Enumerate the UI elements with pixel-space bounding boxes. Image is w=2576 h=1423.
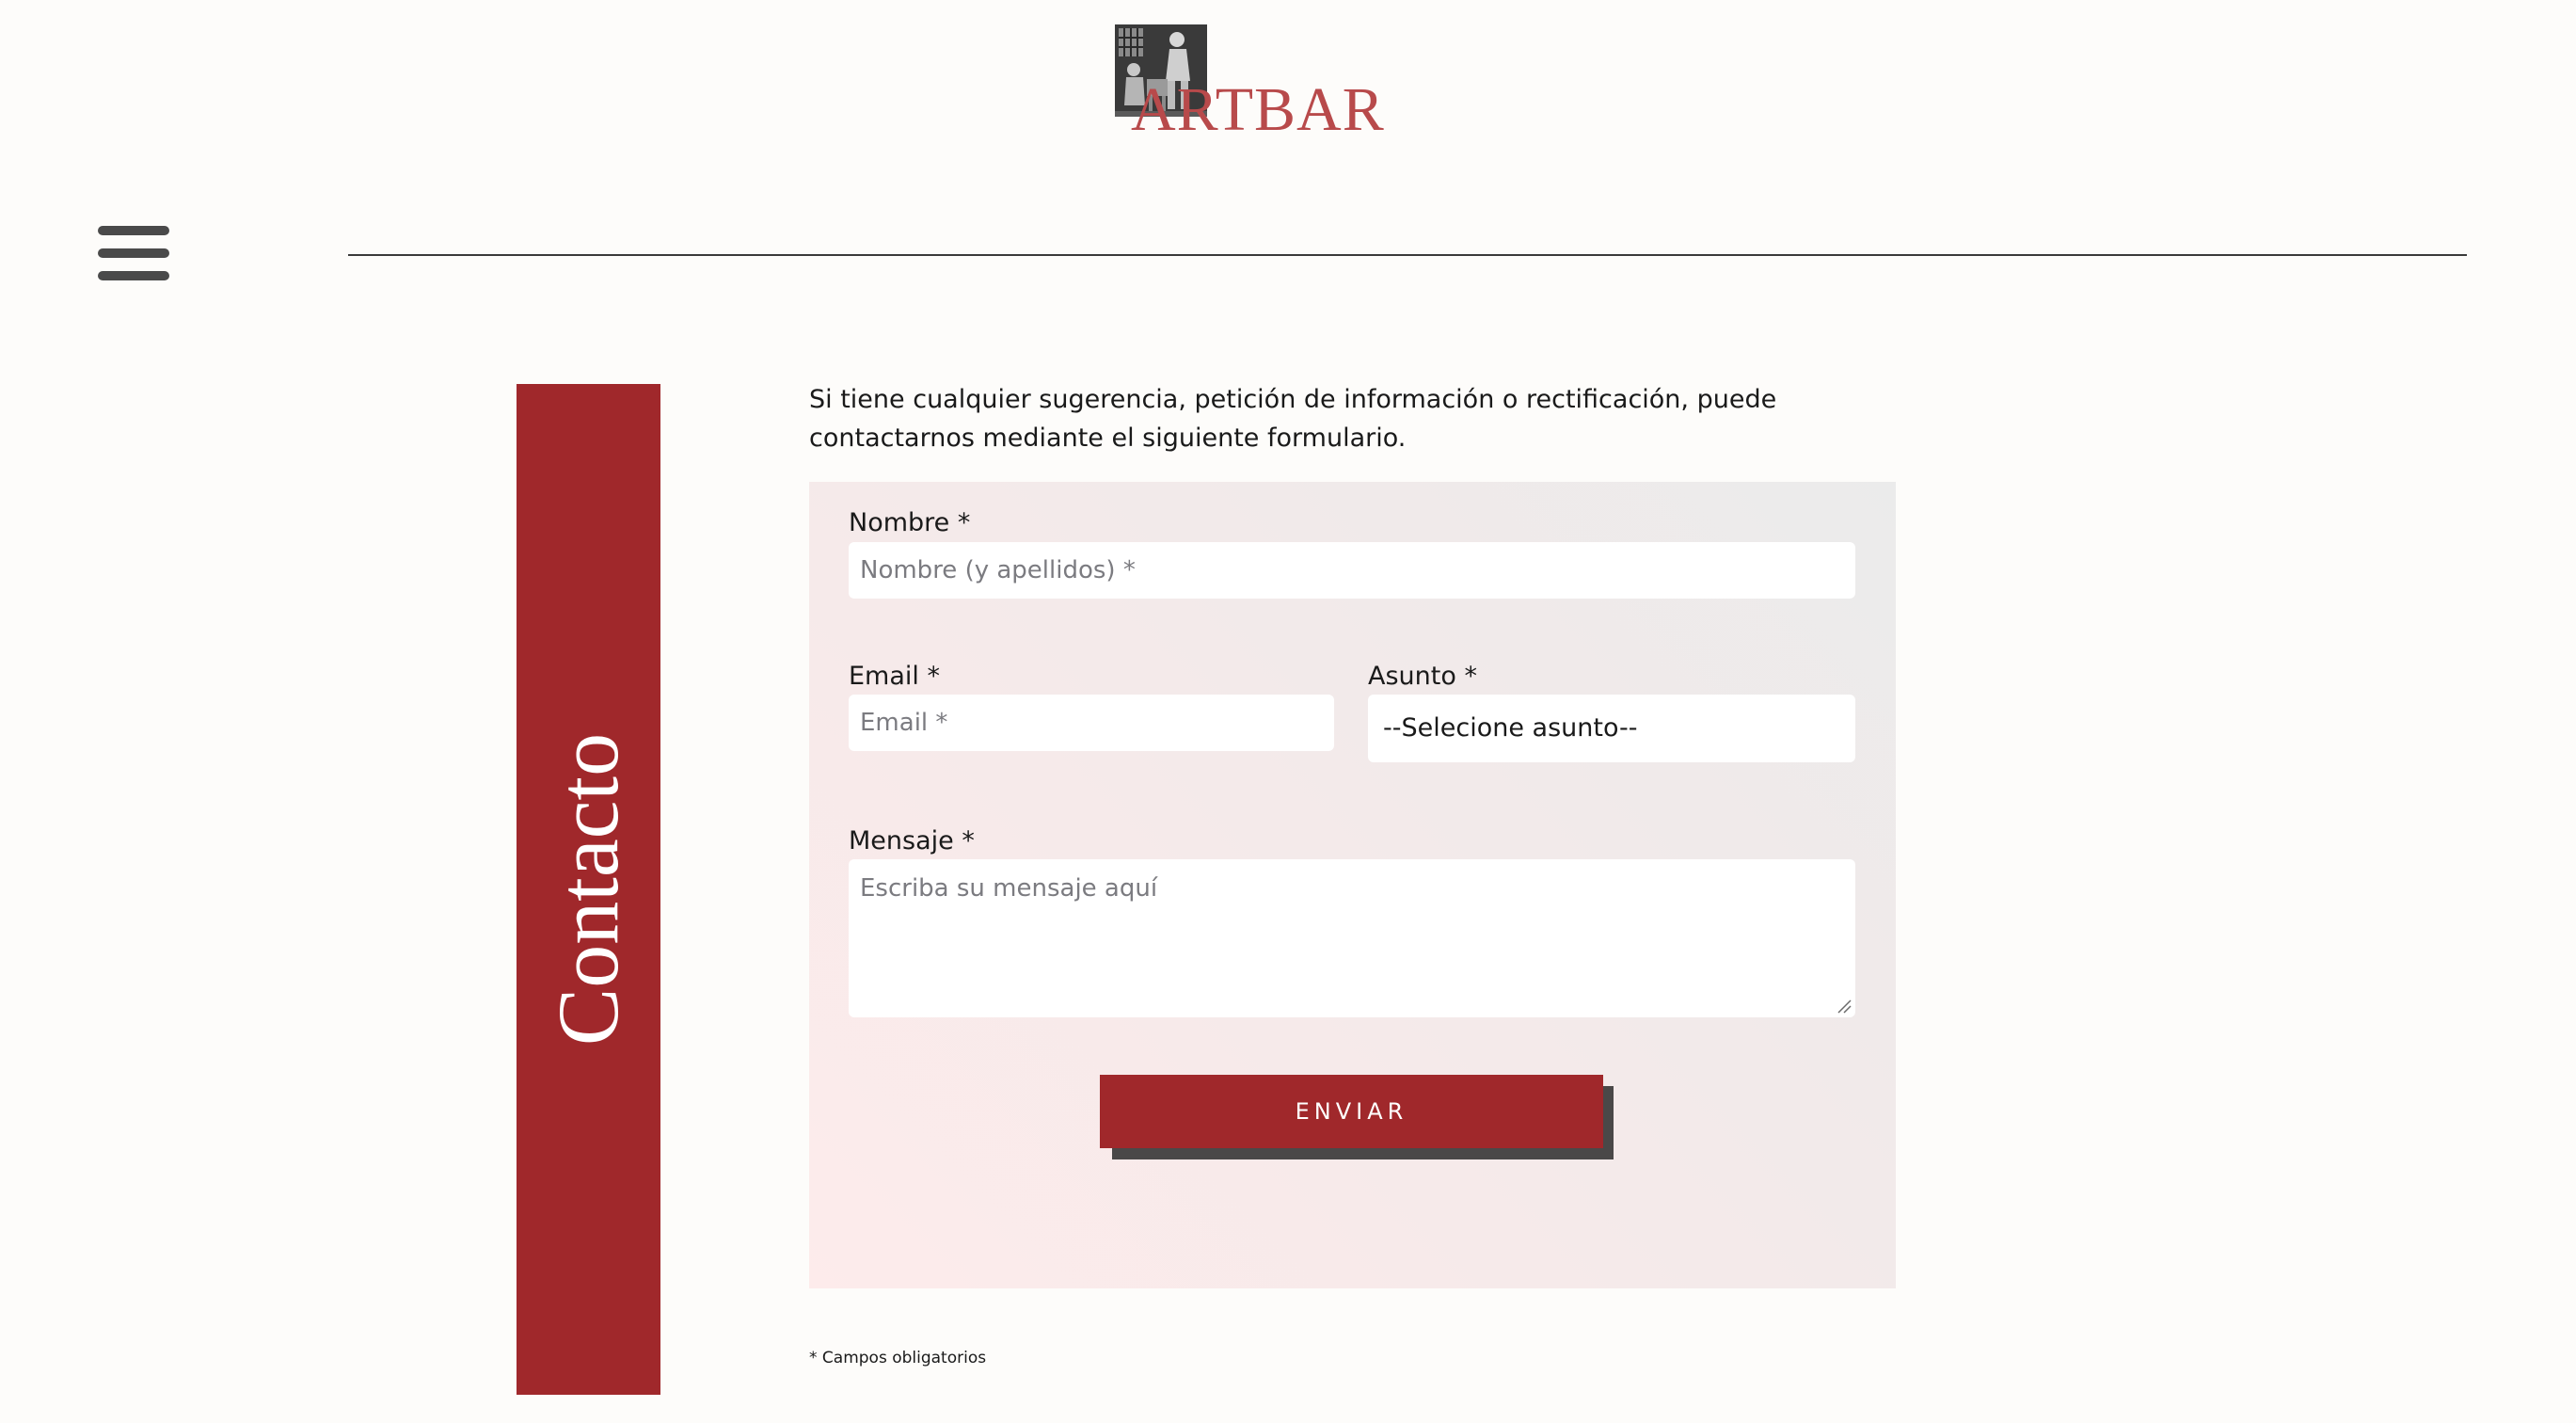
menu-bar: [98, 271, 169, 280]
email-input[interactable]: [849, 695, 1334, 751]
page-title: Contacto: [540, 732, 636, 1047]
hamburger-menu-icon[interactable]: [98, 226, 169, 280]
required-fields-note: * Campos obligatorios: [809, 1349, 987, 1367]
subject-label: Asunto *: [1368, 662, 1477, 691]
logo-text: ARTBAR: [1131, 75, 1385, 144]
menu-bar: [98, 226, 169, 235]
submit-button[interactable]: ENVIAR: [1100, 1075, 1603, 1148]
intro-text: Si tiene cualquier sugerencia, petición …: [809, 385, 1777, 453]
message-label: Mensaje *: [849, 826, 975, 855]
subject-selected-value: --Selecione asunto--: [1383, 713, 1638, 743]
menu-bar: [98, 248, 169, 258]
name-input[interactable]: [849, 542, 1855, 599]
contact-form: Nombre * Email * Asunto * --Selecione as…: [809, 482, 1896, 1288]
name-label: Nombre *: [849, 508, 971, 537]
message-textarea[interactable]: [849, 859, 1855, 1017]
resize-handle-icon[interactable]: [1837, 999, 1852, 1014]
side-banner: Contacto: [517, 384, 660, 1395]
subject-select[interactable]: --Selecione asunto--: [1368, 695, 1855, 762]
email-label: Email *: [849, 662, 940, 691]
site-logo[interactable]: ARTBAR: [1115, 24, 1384, 147]
header-divider: [348, 254, 2467, 256]
